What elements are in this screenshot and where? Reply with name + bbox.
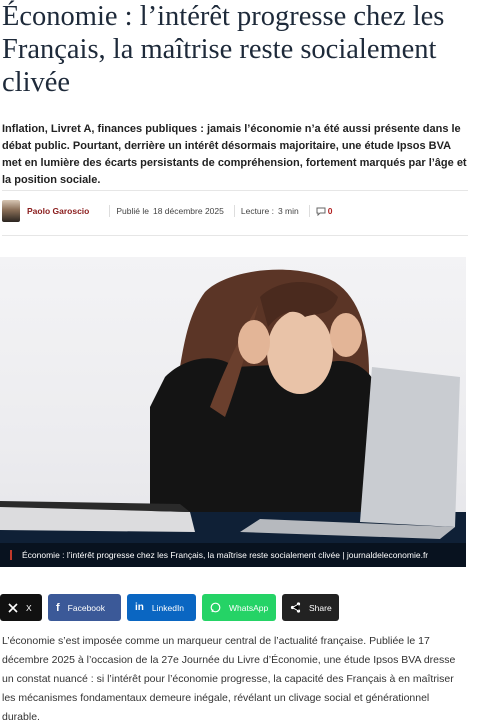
- article-hero-image: Économie : l’intérêt progresse chez les …: [0, 257, 466, 567]
- article-page: Économie : l’intérêt progresse chez les …: [0, 0, 495, 723]
- comment-icon: [316, 207, 326, 216]
- share-linkedin-button[interactable]: in LinkedIn: [127, 594, 196, 621]
- meta-separator: [308, 205, 310, 217]
- share-bar: X f Facebook in LinkedIn WhatsApp Share: [0, 594, 339, 621]
- divider: [2, 190, 468, 191]
- caption-accent: [10, 550, 12, 560]
- article-meta: Paolo Garoscio Publié le 18 décembre 202…: [2, 199, 468, 223]
- share-icon: [290, 602, 301, 613]
- share-facebook-button[interactable]: f Facebook: [48, 594, 121, 621]
- reading-time: 3 min: [277, 206, 299, 216]
- share-x-button[interactable]: X: [0, 594, 42, 621]
- share-whatsapp-label: WhatsApp: [229, 602, 269, 613]
- author-link[interactable]: Paolo Garoscio: [27, 206, 89, 216]
- meta-separator: [109, 205, 111, 217]
- linkedin-icon: in: [135, 602, 144, 613]
- divider: [2, 235, 468, 236]
- hero-illustration: [0, 269, 466, 567]
- comment-count: 0: [327, 206, 333, 216]
- comments-link[interactable]: 0: [316, 206, 333, 216]
- published-date: 18 décembre 2025: [152, 206, 224, 216]
- share-more-label: Share: [309, 602, 332, 613]
- image-caption-bar: Économie : l’intérêt progresse chez les …: [0, 543, 466, 567]
- whatsapp-icon: [210, 602, 221, 613]
- share-x-label: X: [26, 602, 32, 613]
- article-lede: Inflation, Livret A, finances publiques …: [2, 123, 467, 186]
- author-avatar[interactable]: [2, 200, 20, 222]
- share-whatsapp-button[interactable]: WhatsApp: [202, 594, 276, 621]
- x-logo-icon: [8, 602, 18, 613]
- reading-label: Lecture :: [240, 206, 274, 216]
- share-linkedin-label: LinkedIn: [151, 602, 185, 613]
- article-headline: Économie : l’intérêt progresse chez les …: [2, 1, 445, 98]
- published-label: Publié le: [116, 206, 149, 216]
- share-more-button[interactable]: Share: [282, 594, 339, 621]
- image-caption: Économie : l’intérêt progresse chez les …: [22, 550, 429, 560]
- share-facebook-label: Facebook: [67, 602, 106, 613]
- facebook-icon: f: [56, 601, 60, 614]
- meta-separator: [233, 205, 235, 217]
